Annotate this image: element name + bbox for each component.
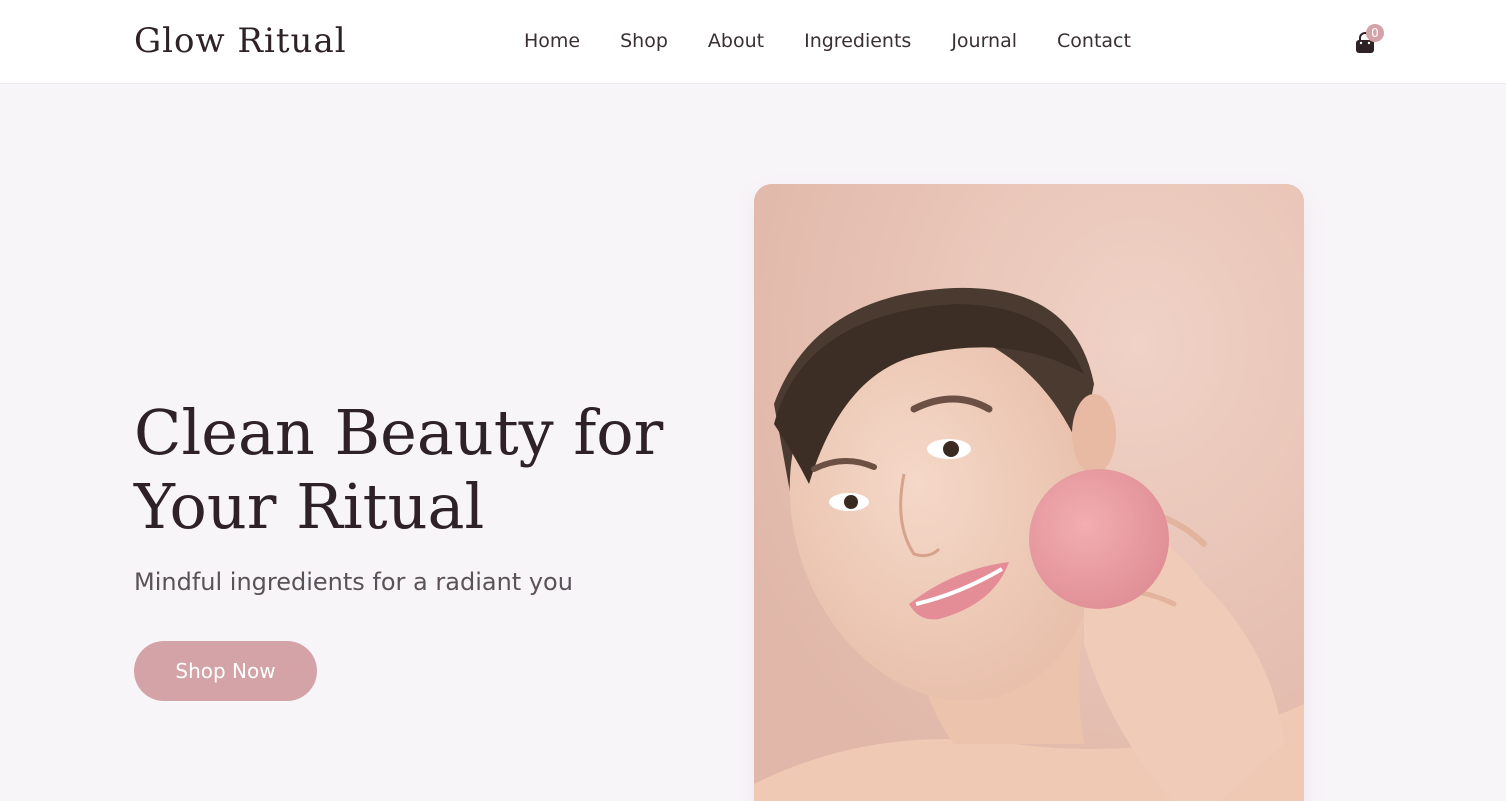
main-nav: Home Shop About Ingredients Journal Cont… <box>524 28 1131 54</box>
nav-ingredients[interactable]: Ingredients <box>804 28 911 54</box>
hero-image <box>754 184 1304 801</box>
cart-count-badge: 0 <box>1366 24 1384 42</box>
nav-home[interactable]: Home <box>524 28 580 54</box>
nav-about[interactable]: About <box>708 28 764 54</box>
cart-button[interactable]: 0 <box>1352 24 1386 58</box>
hero-title-line-1: Clean Beauty for <box>134 396 664 469</box>
brand-logo[interactable]: Glow Ritual <box>134 19 347 63</box>
nav-contact[interactable]: Contact <box>1057 28 1131 54</box>
nav-journal[interactable]: Journal <box>951 28 1017 54</box>
hero-title-line-2: Your Ritual <box>134 470 485 543</box>
shop-now-button[interactable]: Shop Now <box>134 641 317 701</box>
site-header: Glow Ritual Home Shop About Ingredients … <box>0 0 1506 84</box>
hero-title: Clean Beauty for Your Ritual <box>134 396 694 544</box>
nav-shop[interactable]: Shop <box>620 28 668 54</box>
hero-subtitle: Mindful ingredients for a radiant you <box>134 568 573 596</box>
